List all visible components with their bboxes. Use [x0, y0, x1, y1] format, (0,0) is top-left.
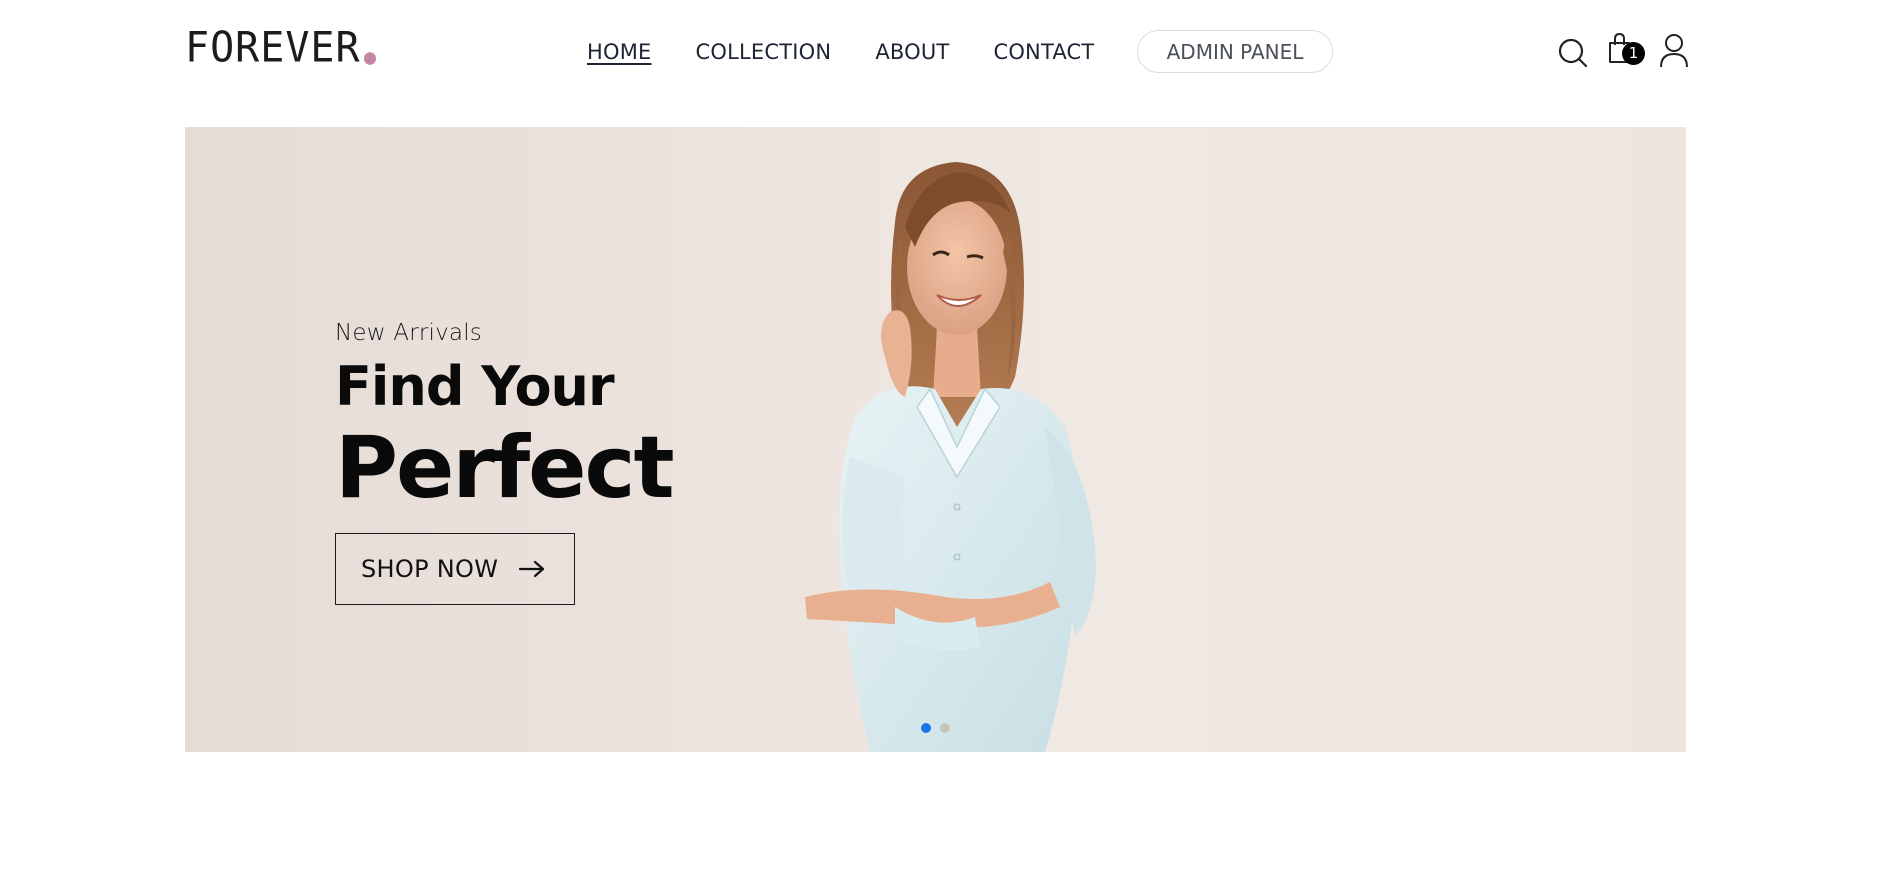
hero-title-line1: Find Your — [335, 355, 615, 418]
shop-now-label: SHOP NOW — [361, 555, 499, 583]
hero-subtitle: New Arrivals — [335, 320, 482, 346]
hero-banner: New Arrivals Find Your Perfect SHOP NOW — [185, 127, 1686, 752]
search-icon[interactable] — [1556, 32, 1590, 68]
header-icons: 1 — [0, 32, 1878, 72]
hero-text-block: New Arrivals Find Your Perfect — [335, 319, 675, 518]
hero-model-image — [805, 162, 1096, 752]
cart-count-badge: 1 — [1622, 42, 1645, 65]
hero-title-line2: Perfect — [335, 418, 675, 518]
arrow-right-icon — [518, 559, 546, 579]
carousel-dots — [921, 723, 959, 733]
site-header: FOREVER HOME COLLECTION ABOUT CONTACT AD… — [0, 0, 1878, 104]
shop-now-button[interactable]: SHOP NOW — [335, 533, 575, 605]
carousel-dot-1[interactable] — [921, 723, 931, 733]
user-icon[interactable] — [1658, 32, 1692, 68]
carousel-dot-2[interactable] — [940, 723, 950, 733]
shopping-bag-icon[interactable]: 1 — [1607, 32, 1645, 68]
